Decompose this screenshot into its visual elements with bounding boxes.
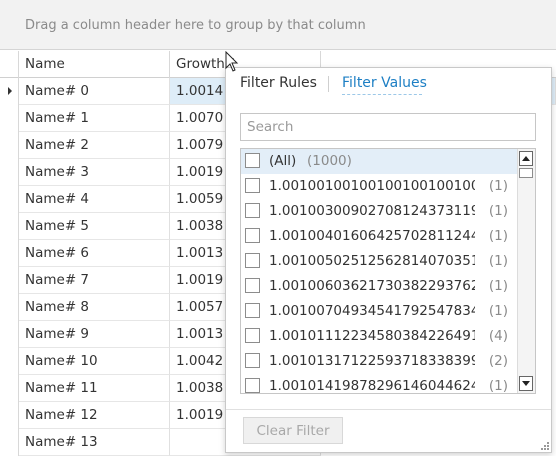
row-indicator xyxy=(0,429,19,456)
filter-values-list: (All) (1000) 1.001001001001001001001001.… xyxy=(240,148,536,394)
cell-name[interactable]: Name# 3 xyxy=(19,159,170,186)
cell-name[interactable]: Name# 6 xyxy=(19,240,170,267)
cell-name[interactable]: Name# 10 xyxy=(19,348,170,375)
row-indicator xyxy=(0,105,19,132)
cell-name[interactable]: Name# 8 xyxy=(19,294,170,321)
checkbox[interactable] xyxy=(245,303,260,318)
cell-name[interactable]: Name# 0 xyxy=(19,78,170,105)
current-row-arrow-icon xyxy=(8,87,12,95)
row-indicator xyxy=(0,132,19,159)
value-label: 1.001004016064257028112449... xyxy=(269,228,475,244)
cell-name[interactable]: Name# 5 xyxy=(19,213,170,240)
current-row-indicator xyxy=(0,78,19,105)
row-indicator xyxy=(0,402,19,429)
checkbox[interactable] xyxy=(245,253,260,268)
tab-filter-values[interactable]: Filter Values xyxy=(342,75,427,91)
value-label: 1.001003009027081243731193... xyxy=(269,203,475,219)
list-item[interactable]: 1.001005025125628140703517... (1) xyxy=(241,249,517,274)
value-count: (1000) xyxy=(307,153,352,169)
list-item[interactable]: (All) (1000) xyxy=(241,149,517,174)
value-count: (1) xyxy=(488,303,508,319)
row-indicator xyxy=(0,186,19,213)
tab-separator xyxy=(328,76,329,92)
clear-filter-button[interactable]: Clear Filter xyxy=(243,417,343,444)
list-item[interactable]: 1.001004016064257028112449... (1) xyxy=(241,224,517,249)
value-label: 1.001011122345803842264914... xyxy=(269,328,475,344)
checkbox[interactable] xyxy=(245,153,260,168)
footer-divider xyxy=(226,409,551,410)
value-count: (4) xyxy=(488,328,508,344)
list-item[interactable]: 1.001013171225937183383991... (2) xyxy=(241,349,517,374)
row-indicator xyxy=(0,375,19,402)
value-count: (1) xyxy=(488,178,508,194)
list-item[interactable]: 1.001011122345803842264914... (4) xyxy=(241,324,517,349)
filter-popup: Filter Rules Filter Values (All) (1000) … xyxy=(225,67,552,453)
checkbox[interactable] xyxy=(245,203,260,218)
checkbox[interactable] xyxy=(245,328,260,343)
column-header-name[interactable]: Name xyxy=(19,51,170,78)
value-label: 1.001007049345417925478348... xyxy=(269,303,475,319)
cell-name[interactable]: Name# 12 xyxy=(19,402,170,429)
filter-tabs: Filter Rules Filter Values xyxy=(226,68,551,98)
row-indicator xyxy=(0,213,19,240)
value-count: (1) xyxy=(488,278,508,294)
list-item[interactable]: 1.001001001001001001001001... (1) xyxy=(241,174,517,199)
value-count: (1) xyxy=(488,253,508,269)
value-label: 1.001014198782961460446247... xyxy=(269,378,475,394)
checkbox[interactable] xyxy=(245,178,260,193)
checkbox[interactable] xyxy=(245,278,260,293)
vertical-scrollbar[interactable] xyxy=(517,149,535,393)
value-count: (1) xyxy=(488,203,508,219)
cell-name[interactable]: Name# 9 xyxy=(19,321,170,348)
row-indicator xyxy=(0,159,19,186)
cell-name[interactable]: Name# 1 xyxy=(19,105,170,132)
scroll-thumb[interactable] xyxy=(519,168,533,178)
cell-name[interactable]: Name# 4 xyxy=(19,186,170,213)
row-indicator xyxy=(0,321,19,348)
checkbox[interactable] xyxy=(245,378,260,393)
row-indicator xyxy=(0,267,19,294)
value-label: 1.001006036217303822937625... xyxy=(269,278,475,294)
list-item[interactable]: 1.001007049345417925478348... (1) xyxy=(241,299,517,324)
scroll-down-icon[interactable] xyxy=(519,376,533,391)
resize-grip-icon[interactable] xyxy=(539,440,549,450)
scroll-up-icon[interactable] xyxy=(519,151,533,166)
group-panel[interactable]: Drag a column header here to group by th… xyxy=(0,0,556,50)
cell-name[interactable]: Name# 13 xyxy=(19,429,170,456)
mouse-cursor-icon xyxy=(225,51,239,72)
group-panel-hint: Drag a column header here to group by th… xyxy=(25,18,366,33)
value-count: (1) xyxy=(488,228,508,244)
row-indicator xyxy=(0,348,19,375)
row-indicator-header xyxy=(0,51,19,78)
filter-search-input[interactable] xyxy=(240,113,536,141)
cell-name[interactable]: Name# 11 xyxy=(19,375,170,402)
tab-filter-rules[interactable]: Filter Rules xyxy=(240,75,317,91)
value-count: (1) xyxy=(488,378,508,394)
checkbox[interactable] xyxy=(245,353,260,368)
value-label: 1.001001001001001001001001... xyxy=(269,178,475,194)
value-count: (2) xyxy=(488,353,508,369)
value-label: 1.001005025125628140703517... xyxy=(269,253,475,269)
row-indicator xyxy=(0,240,19,267)
checkbox[interactable] xyxy=(245,228,260,243)
list-item[interactable]: 1.001014198782961460446247... (1) xyxy=(241,374,517,394)
cell-name[interactable]: Name# 7 xyxy=(19,267,170,294)
active-tab-underline xyxy=(342,94,422,95)
value-label: (All) xyxy=(269,153,297,169)
column-header-growth-label: Growth xyxy=(176,56,225,72)
row-indicator xyxy=(0,294,19,321)
list-item[interactable]: 1.001006036217303822937625... (1) xyxy=(241,274,517,299)
value-label: 1.001013171225937183383991... xyxy=(269,353,475,369)
cell-name[interactable]: Name# 2 xyxy=(19,132,170,159)
list-item[interactable]: 1.001003009027081243731193... (1) xyxy=(241,199,517,224)
